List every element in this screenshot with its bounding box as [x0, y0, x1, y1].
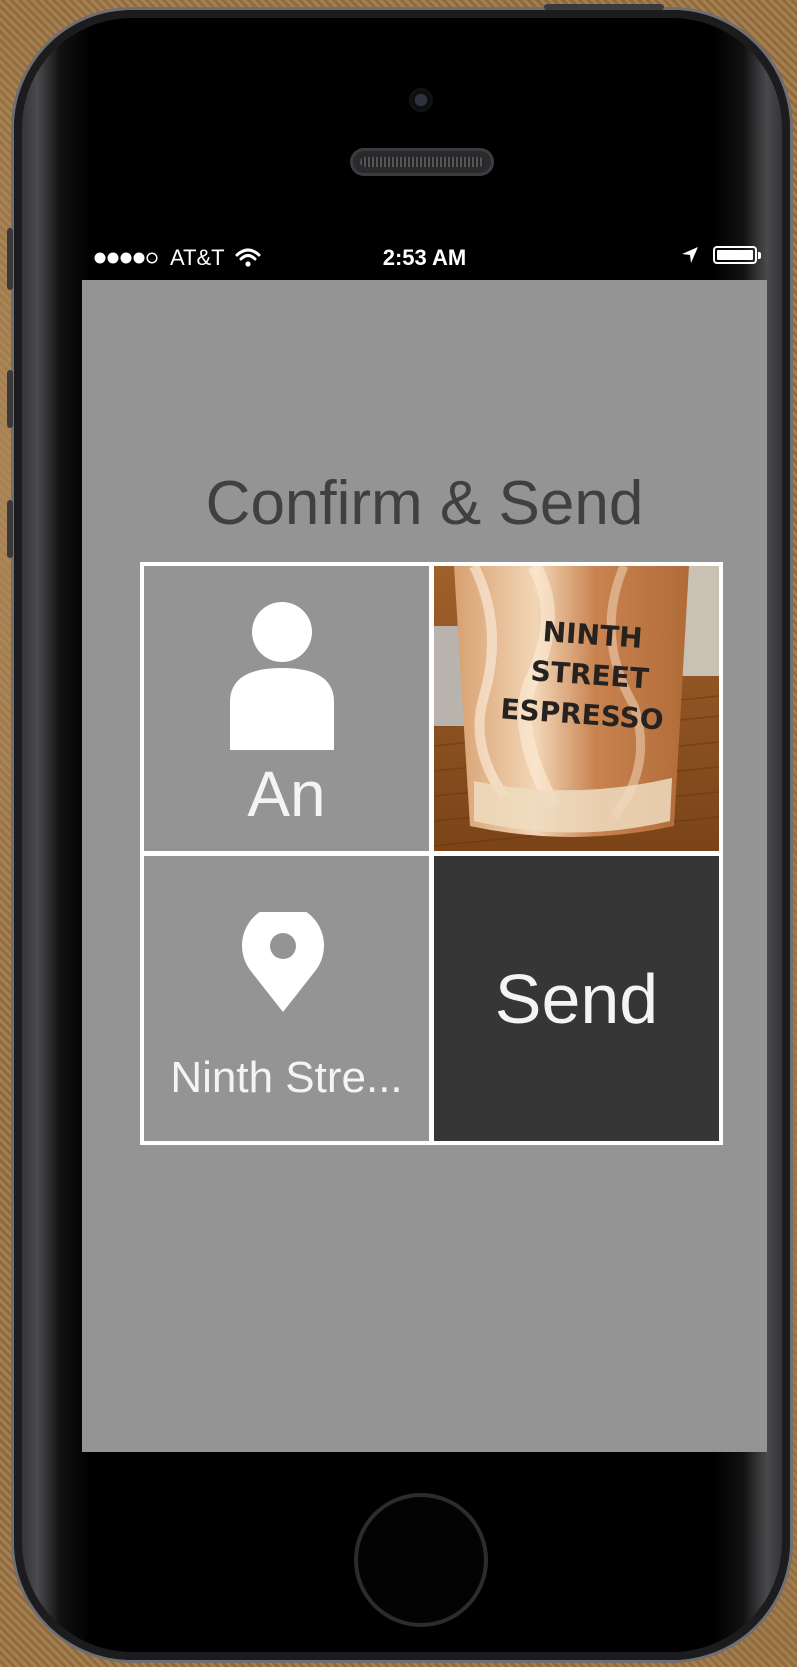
app-screen: Confirm & Send An NINTH STREET ESPRESSO … — [82, 280, 767, 1452]
photo-tile[interactable]: NINTH STREET ESPRESSO — [434, 566, 719, 851]
volume-down-button — [7, 500, 13, 558]
location-name: Ninth Stre... — [170, 1053, 403, 1102]
home-button[interactable] — [354, 1493, 488, 1627]
power-button — [544, 4, 664, 10]
recipient-tile[interactable]: An — [144, 566, 429, 851]
mute-switch — [7, 228, 13, 290]
send-button-label: Send — [494, 959, 659, 1038]
status-right — [681, 246, 761, 264]
location-arrow-icon — [682, 247, 698, 263]
page-title: Confirm & Send — [205, 469, 644, 538]
recipient-name: An — [247, 758, 326, 830]
send-button[interactable]: Send — [434, 856, 719, 1141]
status-bar: AT&T 2:53 AM — [82, 236, 767, 280]
earpiece-speaker — [350, 148, 494, 176]
front-camera — [409, 88, 433, 112]
person-icon — [230, 602, 334, 750]
confirm-grid: An NINTH STREET ESPRESSO Ninth Stre... S… — [140, 562, 723, 1145]
phone-frame: AT&T 2:53 AM Confirm & Send An NINTH STR… — [7, 4, 790, 1660]
battery-fill — [717, 250, 753, 260]
clock-label: 2:53 AM — [382, 245, 467, 270]
coffee-cup-photo: NINTH STREET ESPRESSO — [434, 566, 719, 851]
location-tile[interactable]: Ninth Stre... — [144, 856, 429, 1141]
volume-up-button — [7, 370, 13, 428]
cup-text-line-1: NINTH — [542, 615, 644, 655]
location-pin-icon — [242, 912, 324, 1012]
battery-icon — [713, 246, 761, 264]
